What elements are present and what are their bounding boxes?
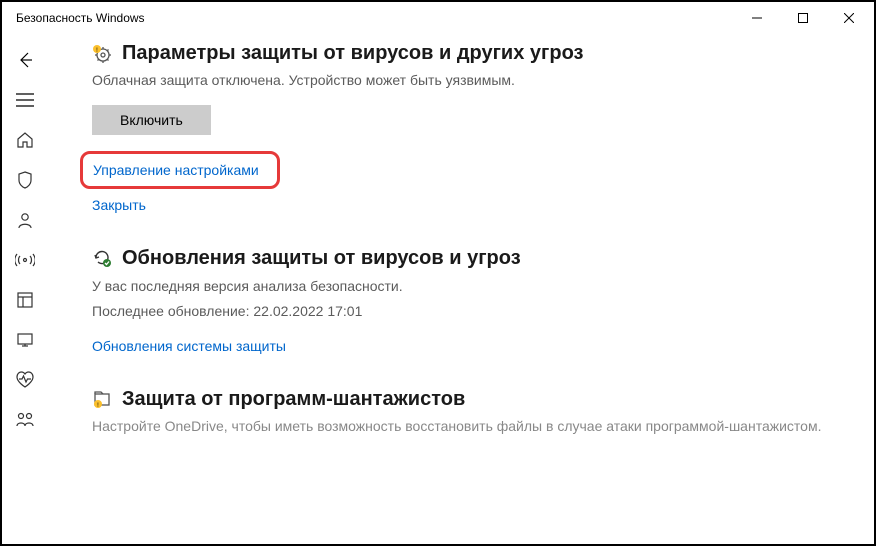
section-title: Защита от программ-шантажистов — [122, 388, 465, 411]
refresh-check-icon — [92, 248, 112, 268]
updates-status-text: У вас последняя версия анализа безопасно… — [92, 276, 834, 297]
device-security-icon[interactable] — [5, 320, 45, 360]
device-health-icon[interactable] — [5, 360, 45, 400]
section-protection-settings: ! Параметры защиты от вирусов и других у… — [92, 42, 834, 219]
shield-icon[interactable] — [5, 160, 45, 200]
section-title: Обновления защиты от вирусов и угроз — [122, 247, 521, 270]
menu-button[interactable] — [5, 80, 45, 120]
home-icon[interactable] — [5, 120, 45, 160]
titlebar: Безопасность Windows — [2, 2, 874, 34]
section-protection-updates: Обновления защиты от вирусов и угроз У в… — [92, 247, 834, 360]
manage-settings-link[interactable]: Управление настройками — [80, 151, 280, 189]
sidebar — [2, 34, 48, 544]
section-title: Параметры защиты от вирусов и других угр… — [122, 42, 583, 65]
close-link[interactable]: Закрыть — [92, 197, 146, 213]
main-content: ! Параметры защиты от вирусов и других у… — [48, 34, 874, 544]
section-ransomware: ! Защита от программ-шантажистов Настрой… — [92, 388, 834, 437]
family-icon[interactable] — [5, 400, 45, 440]
minimize-button[interactable] — [734, 3, 780, 33]
account-icon[interactable] — [5, 200, 45, 240]
section-description: Настройте OneDrive, чтобы иметь возможно… — [92, 417, 834, 437]
firewall-icon[interactable] — [5, 240, 45, 280]
folder-warning-icon: ! — [92, 389, 112, 409]
window-title: Безопасность Windows — [16, 11, 734, 25]
close-button[interactable] — [826, 3, 872, 33]
protection-updates-link[interactable]: Обновления системы защиты — [92, 338, 286, 354]
back-button[interactable] — [5, 40, 45, 80]
section-description: Облачная защита отключена. Устройство мо… — [92, 71, 834, 91]
app-control-icon[interactable] — [5, 280, 45, 320]
maximize-button[interactable] — [780, 3, 826, 33]
window-controls — [734, 3, 872, 33]
gear-warning-icon: ! — [92, 44, 112, 64]
updates-last-date: Последнее обновление: 22.02.2022 17:01 — [92, 301, 834, 322]
enable-button[interactable]: Включить — [92, 105, 211, 135]
